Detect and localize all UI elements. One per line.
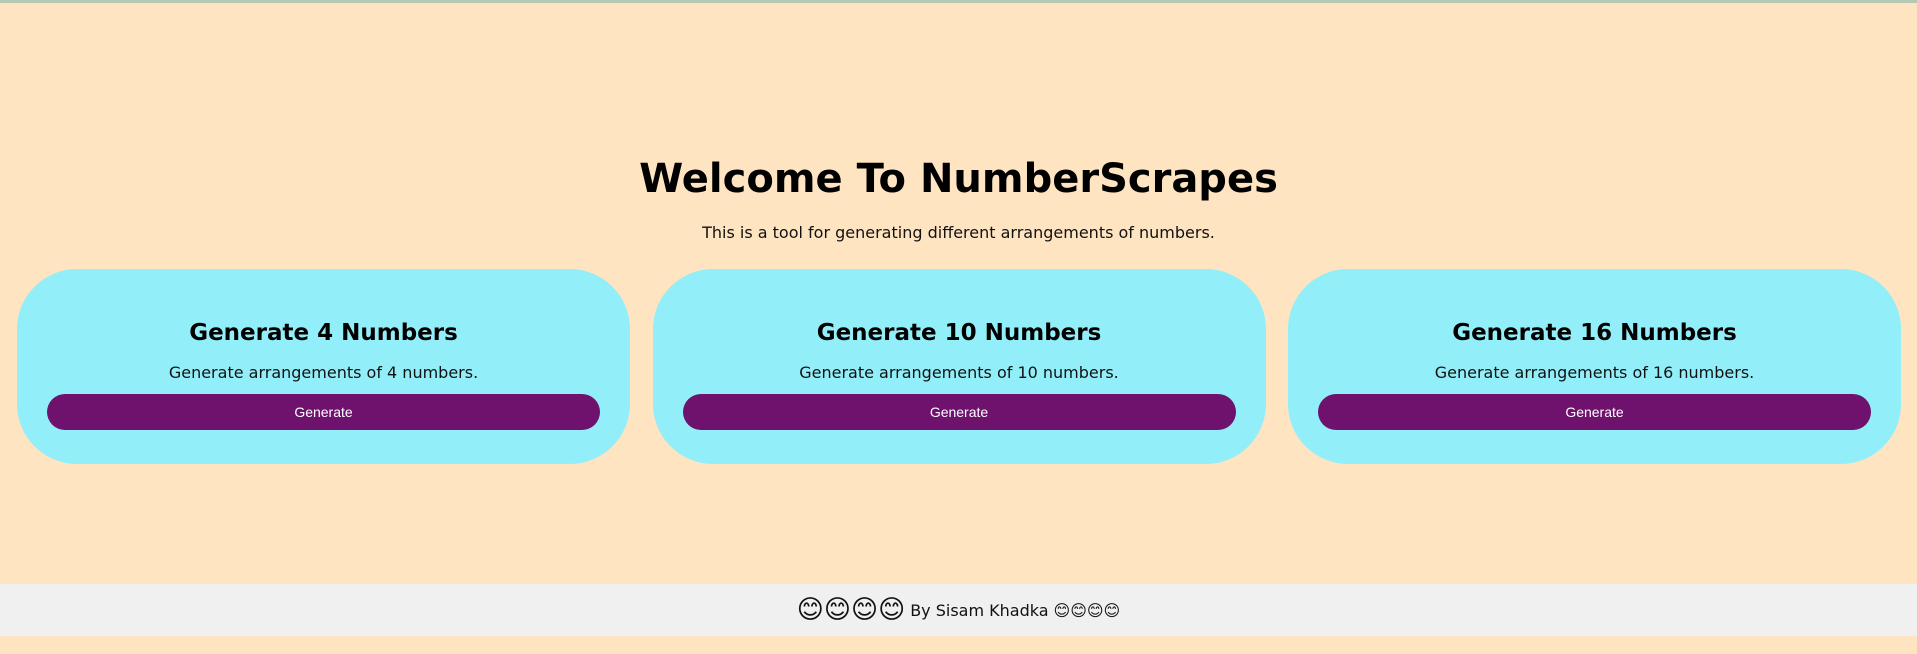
smile-emoji-icon: 😊😊😊😊 xyxy=(796,595,906,625)
card-generate-10: Generate 10 Numbers Generate arrangement… xyxy=(652,269,1266,464)
card-title: Generate 10 Numbers xyxy=(816,320,1102,346)
card-description: Generate arrangements of 10 numbers. xyxy=(799,363,1119,382)
page-subtitle: This is a tool for generating different … xyxy=(702,223,1215,242)
card-title: Generate 4 Numbers xyxy=(189,320,458,346)
card-description: Generate arrangements of 16 numbers. xyxy=(1434,363,1755,382)
page-title: Welcome To NumberScrapes xyxy=(639,156,1278,202)
author-credit: By Sisam Khadka xyxy=(910,600,1049,620)
card-generate-4: Generate 4 Numbers Generate arrangements… xyxy=(17,269,630,464)
generate-10-button[interactable]: Generate xyxy=(682,394,1236,430)
card-description: Generate arrangements of 4 numbers. xyxy=(168,363,479,382)
card-title: Generate 16 Numbers xyxy=(1452,320,1737,346)
generator-cards: Generate 4 Numbers Generate arrangements… xyxy=(17,269,1901,464)
hero-section: Welcome To NumberScrapes This is a tool … xyxy=(0,153,1917,243)
generate-4-button[interactable]: Generate xyxy=(47,394,600,430)
footer: 😊😊😊😊 By Sisam Khadka 😊😊😊😊 xyxy=(0,584,1917,636)
card-generate-16: Generate 16 Numbers Generate arrangement… xyxy=(1288,269,1901,464)
generate-16-button[interactable]: Generate xyxy=(1318,394,1871,430)
smile-emoji-icon: 😊😊😊😊 xyxy=(1053,600,1121,620)
